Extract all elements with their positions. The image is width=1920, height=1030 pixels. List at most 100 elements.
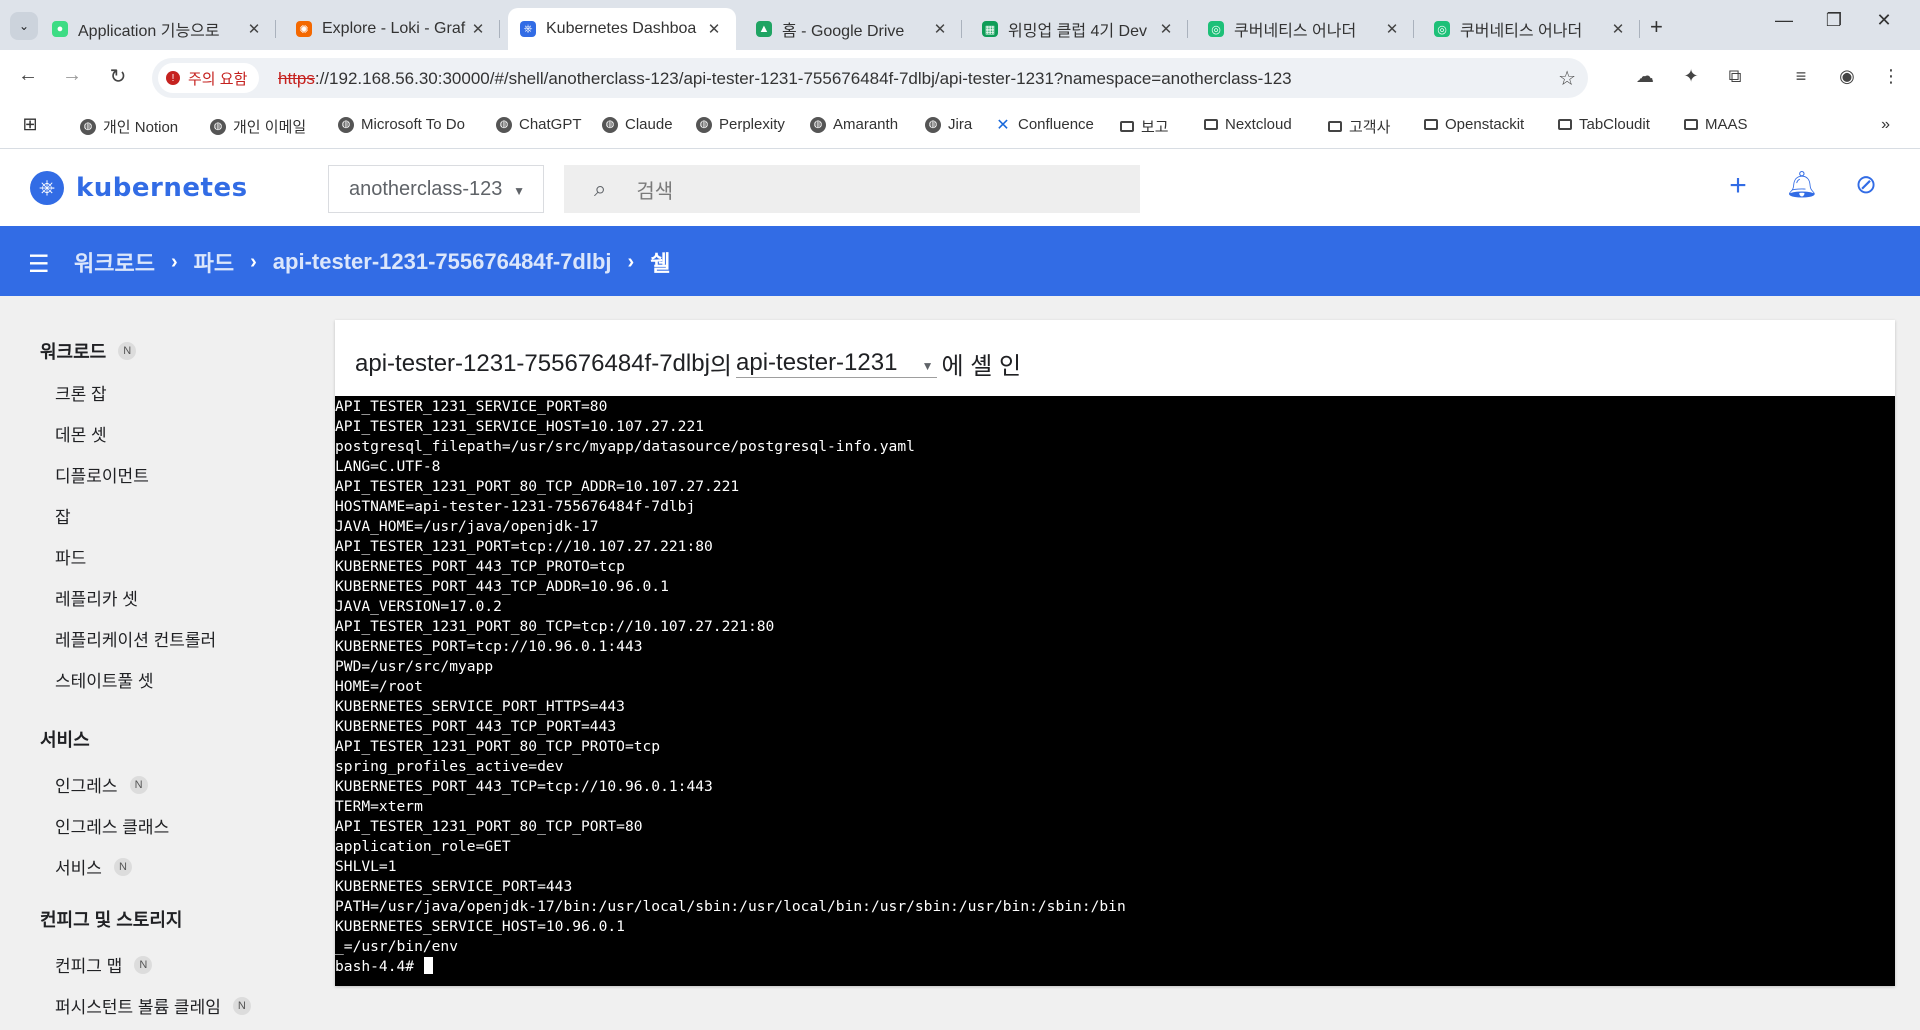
more-bookmarks-icon[interactable]: » — [1881, 116, 1890, 134]
browser-tab[interactable]: ▲ 홈 - Google Drive ✕ — [744, 8, 962, 50]
sidebar-item-services[interactable]: 서비스 N — [55, 854, 132, 879]
close-tab-icon[interactable]: ✕ — [1156, 20, 1176, 38]
bookmark-item[interactable]: MAAS — [1684, 116, 1748, 133]
browser-tab[interactable]: ◎ 쿠버네티스 어나더 ✕ — [1196, 8, 1414, 50]
close-tab-icon[interactable]: ✕ — [930, 20, 950, 38]
security-warning-chip[interactable]: ! 주의 요함 — [158, 63, 260, 93]
terminal-line: SHLVL=1 — [335, 858, 397, 875]
bookmark-label: 보고 — [1141, 119, 1169, 136]
forward-button[interactable]: → — [58, 64, 86, 87]
minimize-button[interactable]: — — [1764, 10, 1804, 31]
notifications-bell-icon[interactable]: 🔔︎ — [1784, 169, 1820, 200]
bookmark-item[interactable]: ◍ Jira — [925, 116, 972, 133]
apps-grid-icon[interactable]: ⊞ — [22, 114, 45, 134]
folder-icon — [1424, 119, 1438, 130]
sidebar-item-statefulsets[interactable]: 스테이트풀 셋 — [55, 667, 154, 692]
search-placeholder: 검색 — [636, 180, 674, 203]
close-tab-icon[interactable]: ✕ — [1608, 20, 1628, 38]
terminal-line: KUBERNETES_SERVICE_PORT_HTTPS=443 — [335, 698, 625, 715]
url-text[interactable]: https://192.168.56.30:30000/#/shell/anot… — [278, 69, 1292, 89]
kubernetes-logo-icon[interactable]: ⎈ — [30, 171, 64, 205]
sidebar-item-replicasets[interactable]: 레플리카 셋 — [55, 585, 138, 610]
chevron-right-icon: › — [250, 250, 257, 273]
bookmark-item[interactable]: 보고 — [1120, 116, 1169, 137]
sidebar-item-ingressclasses[interactable]: 인그레스 클래스 — [55, 813, 169, 838]
bookmark-item[interactable]: TabCloudit — [1558, 116, 1650, 133]
terminal-line: LANG=C.UTF-8 — [335, 458, 441, 475]
bookmark-item[interactable]: ◍ Amaranth — [810, 116, 898, 133]
bookmark-item[interactable]: 고객사 — [1328, 116, 1390, 137]
bookmark-item[interactable]: Nextcloud — [1204, 116, 1292, 133]
bookmark-item[interactable]: ◍ ChatGPT — [496, 116, 582, 133]
profile-icon[interactable]: ◉ — [1832, 66, 1862, 87]
close-tab-icon[interactable]: ✕ — [468, 20, 488, 38]
browser-tab[interactable]: ▦ 위밍업 클럽 4기 Dev ✕ — [970, 8, 1188, 50]
extension-cloud-icon[interactable]: ☁ — [1630, 66, 1660, 87]
container-select[interactable]: api-tester-1231 ▼ — [736, 349, 938, 378]
namespace-selector[interactable]: anotherclass-123 ▼ — [328, 165, 544, 213]
hamburger-menu-icon[interactable]: ☰ — [28, 250, 50, 279]
bookmark-item[interactable]: ◍ Microsoft To Do — [338, 116, 465, 133]
sidebar-section-workloads[interactable]: 워크로드 N — [40, 338, 137, 364]
breadcrumb-bar: ☰ 워크로드 › 파드 › api-tester-1231-755676484f… — [0, 226, 1920, 296]
bookmark-star-icon[interactable]: ☆ — [1558, 66, 1576, 91]
app-header: ⎈ kubernetes anotherclass-123 ▼ ⌕ 검색 + 🔔… — [0, 149, 1920, 226]
brand-name[interactable]: kubernetes — [76, 173, 248, 203]
tab-title: Explore - Loki - Graf — [322, 20, 466, 37]
media-controls-icon[interactable]: ≡ — [1786, 66, 1816, 87]
sidebar-item-deployments[interactable]: 디플로이먼트 — [55, 462, 149, 487]
folder-icon — [1328, 121, 1342, 132]
bookmark-item[interactable]: ◍ Perplexity — [696, 116, 785, 133]
sidebar-item-label: 잡 — [55, 508, 71, 527]
browser-tab[interactable]: ◎ 쿠버네티스 어나더 ✕ — [1422, 8, 1640, 50]
extensions-puzzle-icon[interactable]: ⧉ — [1720, 66, 1750, 87]
bookmark-item[interactable]: Openstackit — [1424, 116, 1524, 133]
new-tab-button[interactable]: + — [1650, 14, 1663, 40]
bookmark-item[interactable]: ◍ 개인 이메일 — [210, 116, 306, 137]
tab-search-button[interactable]: ⌄ — [10, 12, 38, 40]
bookmark-item[interactable]: ✕ Confluence — [995, 116, 1094, 134]
close-tab-icon[interactable]: ✕ — [704, 20, 724, 38]
bookmark-label: Perplexity — [719, 116, 785, 133]
sidebar-item-replicationcontrollers[interactable]: 레플리케이션 컨트롤러 — [55, 626, 216, 651]
create-plus-icon[interactable]: + — [1720, 169, 1756, 203]
breadcrumb-pods[interactable]: 파드 — [194, 246, 234, 278]
terminal-prompt-line[interactable]: bash-4.4# — [335, 957, 1895, 977]
sidebar-item-pods[interactable]: 파드 — [55, 544, 86, 569]
terminal-line: API_TESTER_1231_PORT_80_TCP_PORT=80 — [335, 818, 643, 835]
menu-kebab-icon[interactable]: ⋮ — [1876, 66, 1906, 87]
sidebar-section-services[interactable]: 서비스 — [40, 726, 90, 752]
pod-name: api-tester-1231-755676484f-7dlbj — [355, 349, 710, 377]
maximize-button[interactable]: ❐ — [1814, 10, 1854, 31]
close-tab-icon[interactable]: ✕ — [244, 20, 264, 38]
breadcrumb-pod-name[interactable]: api-tester-1231-755676484f-7dlbj — [273, 249, 612, 275]
terminal[interactable]: API_TESTER_1231_SERVICE_PORT=80 API_TESTE… — [335, 396, 1895, 986]
sidebar-item-jobs[interactable]: 잡 — [55, 503, 71, 528]
bookmark-item[interactable]: ◍ 개인 Notion — [80, 116, 178, 137]
sidebar-item-configmaps[interactable]: 컨피그 맵 N — [55, 952, 153, 977]
sidebar-item-label: 서비스 — [55, 859, 102, 878]
close-window-button[interactable]: ✕ — [1864, 10, 1904, 31]
extension-gift-icon[interactable]: ✦ — [1676, 66, 1706, 87]
bookmark-item[interactable]: ◍ Claude — [602, 116, 673, 133]
sidebar-section-config-storage[interactable]: 컨피그 및 스토리지 — [40, 906, 182, 932]
breadcrumb-workloads[interactable]: 워크로드 — [74, 246, 155, 278]
browser-tab[interactable]: ✺ Explore - Loki - Graf ✕ — [284, 8, 500, 50]
sidebar-item-pvcs[interactable]: 퍼시스턴트 볼륨 클레임 N — [55, 993, 251, 1018]
reload-button[interactable]: ↻ — [104, 64, 132, 89]
bookmark-label: Nextcloud — [1225, 116, 1292, 133]
folder-icon — [1558, 119, 1572, 130]
browser-tab[interactable]: ⎈ Kubernetes Dashboa ✕ — [508, 8, 736, 50]
android-icon: ● — [52, 21, 68, 37]
sidebar-item-daemonsets[interactable]: 데몬 셋 — [55, 421, 107, 446]
sidebar-item-cronjobs[interactable]: 크론 잡 — [55, 380, 107, 405]
address-bar[interactable]: ! 주의 요함 https://192.168.56.30:30000/#/sh… — [152, 58, 1588, 98]
terminal-line: PWD=/usr/src/myapp — [335, 658, 494, 675]
account-icon[interactable]: ⊘ — [1848, 169, 1884, 200]
close-tab-icon[interactable]: ✕ — [1382, 20, 1402, 38]
search-input[interactable]: ⌕ 검색 — [564, 165, 1140, 213]
browser-tab[interactable]: ● Application 기능으로 ✕ — [40, 8, 276, 50]
back-button[interactable]: ← — [14, 64, 42, 87]
tab-title: 쿠버네티스 어나더 — [1460, 23, 1583, 40]
sidebar-item-ingresses[interactable]: 인그레스 N — [55, 772, 148, 797]
